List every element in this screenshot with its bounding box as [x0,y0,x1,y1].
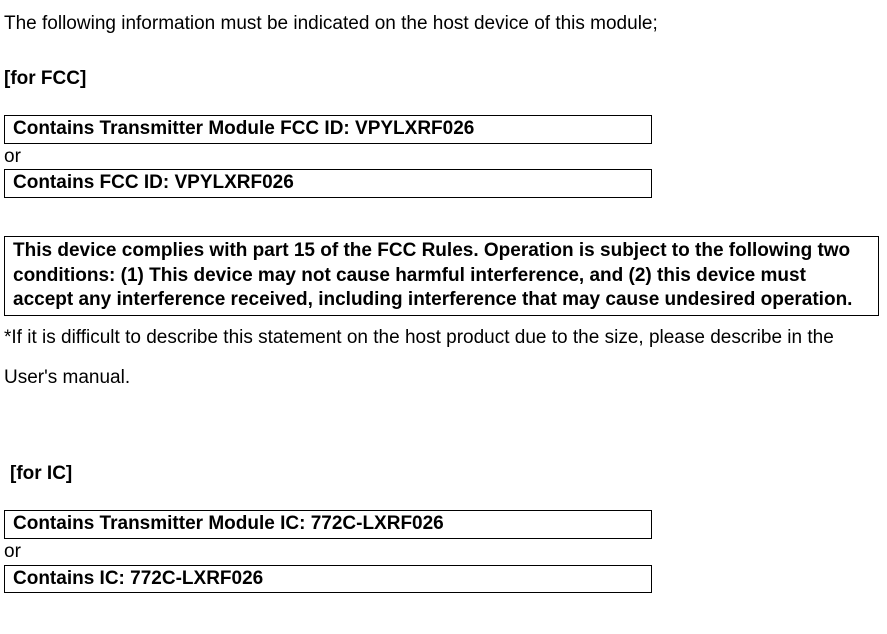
fcc-header: [for FCC] [4,65,879,94]
ic-box-1: Contains Transmitter Module IC: 772C-LXR… [4,510,652,539]
fcc-or: or [4,144,879,170]
fcc-compliance-box: This device complies with part 15 of the… [4,236,879,316]
fcc-box-1: Contains Transmitter Module FCC ID: VPYL… [4,115,652,144]
intro-text: The following information must be indica… [4,10,879,39]
fcc-note: *If it is difficult to describe this sta… [4,318,879,398]
ic-or: or [4,539,879,565]
ic-box-2: Contains IC: 772C-LXRF026 [4,565,652,594]
fcc-box-2: Contains FCC ID: VPYLXRF026 [4,169,652,198]
ic-header: [for IC] [10,460,879,489]
